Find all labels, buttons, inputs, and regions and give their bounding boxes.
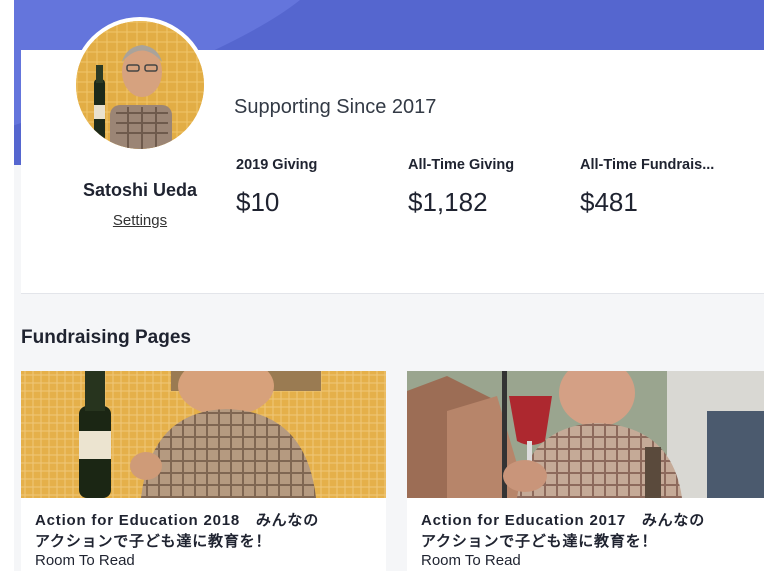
settings-link[interactable]: Settings <box>54 212 226 229</box>
stat-label: All-Time Fundrais... <box>580 157 715 173</box>
supporting-since: Supporting Since 2017 <box>234 96 437 118</box>
fundraising-card-org: Room To Read <box>35 552 135 569</box>
section-title: Fundraising Pages <box>21 327 191 348</box>
fundraising-card[interactable]: Action for Education 2017 みんなの アクションで子ども… <box>407 371 764 571</box>
fundraising-card-image <box>21 371 386 498</box>
fundraising-card-title: Action for Education 2018 みんなの アクションで子ども… <box>35 512 320 550</box>
fundraising-card-title: Action for Education 2017 みんなの アクションで子ども… <box>421 512 706 550</box>
stat-all-time-fundraising: All-Time Fundrais... $481 <box>580 157 714 218</box>
avatar[interactable] <box>72 17 208 153</box>
stat-value: $481 <box>580 187 638 217</box>
fundraising-card-image <box>407 371 764 498</box>
stat-all-time-giving: All-Time Giving $1,182 <box>408 157 514 218</box>
page-edge <box>0 0 14 571</box>
stat-label: All-Time Giving <box>408 157 515 173</box>
fundraising-card[interactable]: Action for Education 2018 みんなの アクションで子ども… <box>21 371 386 571</box>
stat-value: $10 <box>236 187 280 217</box>
fundraising-card-org: Room To Read <box>421 552 521 569</box>
stat-label: 2019 Giving <box>236 157 318 173</box>
stat-value: $1,182 <box>408 187 488 217</box>
stat-2019-giving: 2019 Giving $10 <box>236 157 317 218</box>
profile-name: Satoshi Ueda <box>82 180 198 200</box>
